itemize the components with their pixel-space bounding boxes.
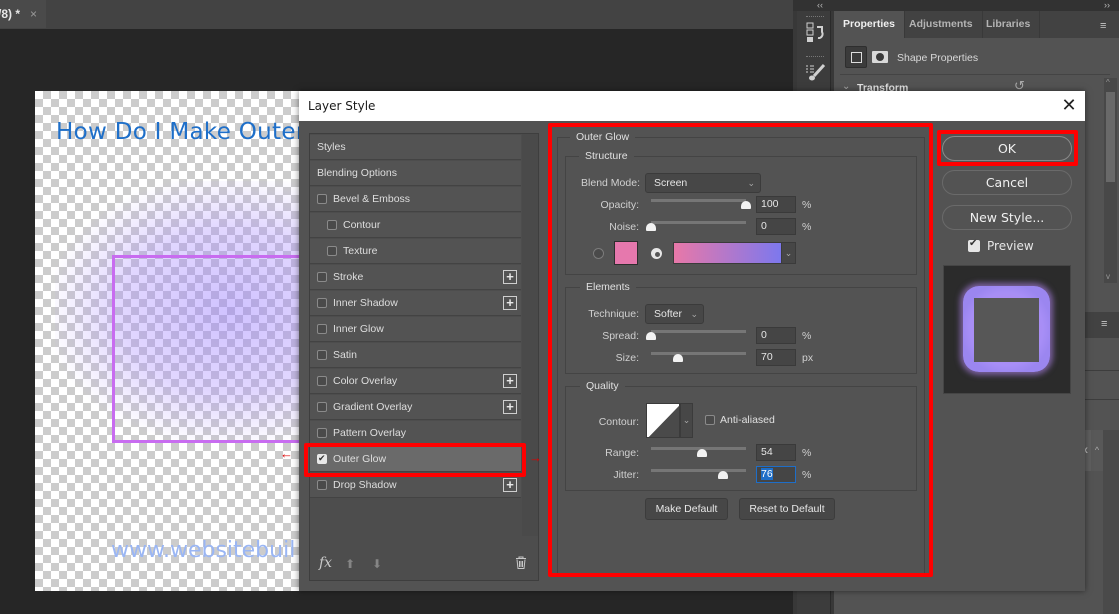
style-checkbox[interactable] <box>317 324 327 334</box>
tab-adjustments[interactable]: Adjustments <box>900 11 983 38</box>
dialog-title: Layer Style <box>308 99 376 113</box>
tab-libraries[interactable]: Libraries <box>977 11 1041 38</box>
document-tab-title: /8) * <box>0 7 21 21</box>
move-up-icon[interactable]: ⬆ <box>345 557 355 571</box>
canvas-url-text: www.websitebuil <box>111 538 296 563</box>
style-item-label: Inner Shadow <box>333 297 398 309</box>
style-checkbox[interactable] <box>317 428 327 438</box>
shape-rectangle[interactable] <box>112 255 300 443</box>
style-item-label: Stroke <box>333 271 364 283</box>
add-effect-fx-icon[interactable]: fx <box>319 555 332 571</box>
style-item-label: Texture <box>343 245 378 257</box>
chevron-up-icon[interactable]: ^ <box>1091 430 1103 471</box>
style-item-label: Blending Options <box>317 167 397 179</box>
style-checkbox[interactable] <box>317 480 327 490</box>
style-item-inner-shadow[interactable]: Inner Shadow + <box>310 291 521 316</box>
add-instance-plus-icon[interactable]: + <box>503 374 517 388</box>
scrollbar-thumb[interactable] <box>1106 92 1115 182</box>
scroll-up-icon[interactable]: ^ <box>1106 78 1110 87</box>
style-item-inner-glow[interactable]: Inner Glow <box>310 317 521 342</box>
add-instance-plus-icon[interactable]: + <box>503 478 517 492</box>
style-checkbox[interactable] <box>317 376 327 386</box>
shape-properties-label: Shape Properties <box>897 52 979 64</box>
style-item-stroke[interactable]: Stroke + <box>310 265 521 290</box>
layers-list <box>1103 430 1119 614</box>
style-item-label: Styles <box>317 141 346 153</box>
document-tab[interactable]: /8) * × <box>0 0 46 28</box>
style-item-color-overlay[interactable]: Color Overlay + <box>310 369 521 394</box>
history-icon[interactable] <box>800 18 829 54</box>
style-item-bevel-emboss[interactable]: Bevel & Emboss <box>310 187 521 212</box>
tab-properties[interactable]: Properties <box>834 11 905 38</box>
add-instance-plus-icon[interactable]: + <box>503 296 517 310</box>
properties-scrollbar[interactable]: ^ v <box>1104 78 1117 283</box>
canvas-title-text: How Do I Make Outer <box>56 119 300 145</box>
delete-effect-icon[interactable] <box>515 556 527 572</box>
dialog-titlebar[interactable] <box>299 91 1085 121</box>
style-item-texture[interactable]: Texture <box>310 239 521 264</box>
collapse-right-icon[interactable]: ›› <box>1104 0 1110 10</box>
style-item-label: Drop Shadow <box>333 479 397 491</box>
arrow-left-icon: ← <box>280 446 293 461</box>
style-item-contour[interactable]: Contour <box>310 213 521 238</box>
preview-checkbox[interactable] <box>968 238 980 252</box>
document-canvas[interactable]: How Do I Make Outer www.websitebuil <box>35 91 300 591</box>
arrow-right-icon: → <box>529 450 542 465</box>
close-tab-icon[interactable]: × <box>30 7 37 21</box>
style-item-label: Bevel & Emboss <box>333 193 411 205</box>
highlight-settings-panel <box>548 123 933 577</box>
close-icon[interactable]: ✕ <box>1058 94 1080 116</box>
document-tab-bar <box>0 0 793 29</box>
style-item-label: Outer Glow <box>333 453 387 465</box>
style-item-label: Satin <box>333 349 357 361</box>
brush-settings-icon[interactable] <box>800 58 829 94</box>
style-checkbox[interactable] <box>317 402 327 412</box>
panel-collapse-bar <box>793 0 1119 11</box>
style-item-outer-glow[interactable]: Outer Glow <box>310 447 521 472</box>
add-instance-plus-icon[interactable]: + <box>503 270 517 284</box>
style-item-blending-options[interactable]: Blending Options <box>310 161 521 186</box>
divider <box>1080 399 1119 400</box>
cancel-button[interactable]: Cancel <box>942 170 1072 195</box>
style-checkbox[interactable] <box>327 220 337 230</box>
style-item-label: Inner Glow <box>333 323 384 335</box>
highlight-ok-button <box>937 130 1078 166</box>
style-checkbox[interactable] <box>327 246 337 256</box>
move-down-icon[interactable]: ⬇ <box>372 557 382 571</box>
layers-menu-icon[interactable]: ≡ <box>1101 318 1107 330</box>
style-item-label: Color Overlay <box>333 375 398 387</box>
style-checkbox[interactable] <box>317 194 327 204</box>
add-instance-plus-icon[interactable]: + <box>503 400 517 414</box>
preview-label: Preview <box>987 239 1034 253</box>
style-item-label: Contour <box>343 219 381 231</box>
style-item-gradient-overlay[interactable]: Gradient Overlay + <box>310 395 521 420</box>
divider <box>1080 370 1119 371</box>
style-item-styles[interactable]: Styles <box>310 135 521 160</box>
style-item-satin[interactable]: Satin <box>310 343 521 368</box>
new-style-button[interactable]: New Style... <box>942 205 1072 230</box>
scroll-down-icon[interactable]: v <box>1106 272 1110 281</box>
collapse-left-icon[interactable]: ‹‹ <box>817 0 823 10</box>
preview-shape <box>974 298 1039 362</box>
style-item-label: Gradient Overlay <box>333 401 413 413</box>
panel-menu-icon[interactable]: ≡ <box>1100 20 1106 32</box>
style-checkbox[interactable] <box>317 272 327 282</box>
style-checkbox[interactable] <box>317 298 327 308</box>
mask-icon[interactable] <box>872 51 888 63</box>
style-item-label: Pattern Overlay <box>333 427 406 439</box>
style-checkbox[interactable] <box>317 453 327 464</box>
style-checkbox[interactable] <box>317 350 327 360</box>
shape-transform-icon[interactable] <box>845 46 867 68</box>
